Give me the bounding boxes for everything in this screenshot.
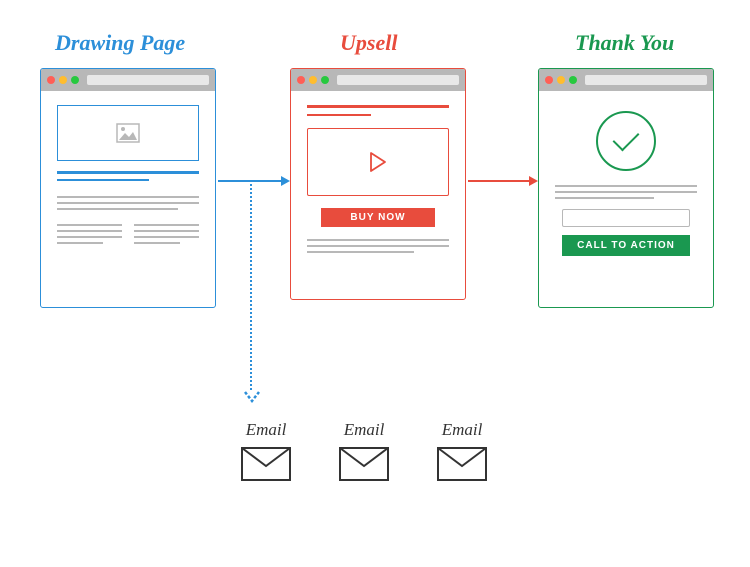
heading-line bbox=[57, 171, 199, 174]
window-dot-minimize-icon bbox=[59, 76, 67, 84]
text-line bbox=[307, 251, 414, 253]
window-dot-close-icon bbox=[297, 76, 305, 84]
text-line bbox=[134, 236, 199, 238]
window-dot-maximize-icon bbox=[569, 76, 577, 84]
text-line bbox=[57, 224, 122, 226]
arrow-drawing-to-upsell-icon bbox=[218, 180, 288, 182]
browser-chrome bbox=[539, 69, 713, 91]
cta-button[interactable]: CALL TO ACTION bbox=[562, 235, 690, 256]
browser-chrome bbox=[41, 69, 215, 91]
arrow-upsell-to-thankyou-icon bbox=[468, 180, 536, 182]
browser-body bbox=[41, 91, 215, 262]
buy-now-button[interactable]: BUY NOW bbox=[321, 208, 435, 227]
window-dot-minimize-icon bbox=[557, 76, 565, 84]
heading-line bbox=[307, 105, 449, 108]
text-line bbox=[307, 245, 449, 247]
text-line bbox=[57, 230, 122, 232]
arrow-dotted-to-email-icon bbox=[250, 180, 252, 390]
column bbox=[134, 224, 199, 248]
email-label: Email bbox=[338, 420, 390, 440]
window-dot-minimize-icon bbox=[309, 76, 317, 84]
window-dot-maximize-icon bbox=[321, 76, 329, 84]
browser-upsell: BUY NOW bbox=[290, 68, 466, 300]
text-line bbox=[134, 224, 199, 226]
browser-thankyou: CALL TO ACTION bbox=[538, 68, 714, 308]
title-upsell: Upsell bbox=[340, 30, 397, 56]
text-line bbox=[57, 236, 122, 238]
text-line bbox=[134, 242, 180, 244]
text-line bbox=[57, 242, 103, 244]
urlbar bbox=[337, 75, 459, 85]
text-line bbox=[307, 239, 449, 241]
title-thankyou: Thank You bbox=[575, 30, 674, 56]
browser-body: BUY NOW bbox=[291, 91, 465, 271]
urlbar bbox=[585, 75, 707, 85]
success-check-icon bbox=[596, 111, 656, 171]
funnel-diagram: Drawing Page Upsell Thank You bbox=[0, 0, 750, 567]
urlbar bbox=[87, 75, 209, 85]
text-line bbox=[57, 196, 199, 198]
email-item: Email bbox=[240, 420, 292, 487]
browser-chrome bbox=[291, 69, 465, 91]
window-dot-close-icon bbox=[47, 76, 55, 84]
envelope-icon bbox=[240, 446, 292, 482]
column bbox=[57, 224, 122, 248]
window-dot-maximize-icon bbox=[71, 76, 79, 84]
image-icon bbox=[116, 123, 140, 143]
text-line bbox=[555, 197, 654, 199]
browser-body: CALL TO ACTION bbox=[539, 91, 713, 270]
heading-line bbox=[307, 114, 371, 117]
email-sequence: Email Email Email bbox=[240, 420, 488, 487]
email-item: Email bbox=[338, 420, 390, 487]
email-label: Email bbox=[240, 420, 292, 440]
play-icon bbox=[369, 151, 387, 173]
text-line bbox=[555, 185, 697, 187]
title-drawing-page: Drawing Page bbox=[55, 30, 185, 56]
columns bbox=[57, 224, 199, 248]
browser-drawing-page bbox=[40, 68, 216, 308]
envelope-icon bbox=[338, 446, 390, 482]
window-dot-close-icon bbox=[545, 76, 553, 84]
input-field[interactable] bbox=[562, 209, 690, 227]
text-line bbox=[555, 191, 697, 193]
video-placeholder bbox=[307, 128, 449, 196]
email-label: Email bbox=[436, 420, 488, 440]
heading-line bbox=[57, 179, 149, 182]
text-line bbox=[57, 202, 199, 204]
text-line bbox=[134, 230, 199, 232]
envelope-icon bbox=[436, 446, 488, 482]
image-placeholder bbox=[57, 105, 199, 161]
email-item: Email bbox=[436, 420, 488, 487]
text-line bbox=[57, 208, 178, 210]
